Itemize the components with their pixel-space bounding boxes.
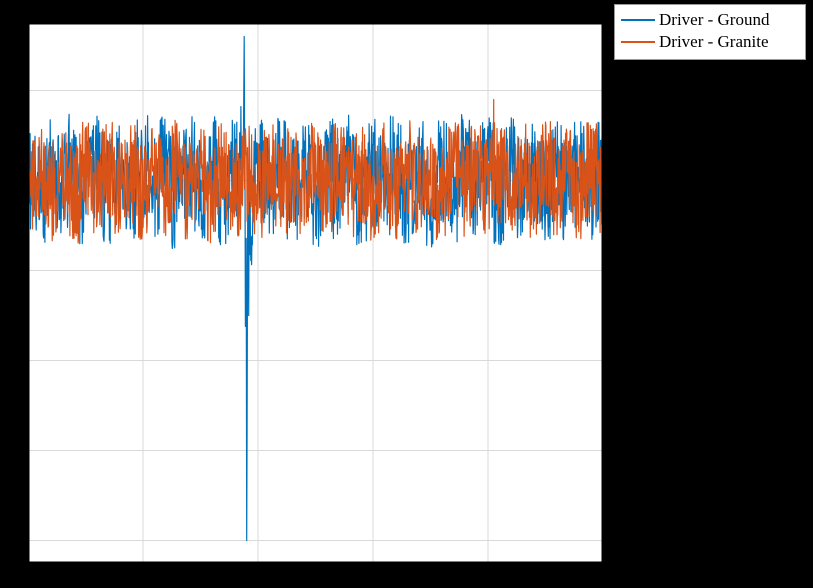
legend-item-granite: Driver - Granite — [621, 31, 799, 53]
legend-label: Driver - Ground — [659, 10, 769, 30]
series-ground — [28, 37, 603, 541]
chart-svg — [28, 23, 603, 563]
legend-item-ground: Driver - Ground — [621, 9, 799, 31]
legend: Driver - Ground Driver - Granite — [614, 4, 806, 60]
chart-axes — [28, 23, 603, 563]
chart-series — [28, 37, 603, 541]
chart-grid — [28, 23, 603, 563]
legend-swatch-icon — [621, 41, 655, 43]
legend-swatch-icon — [621, 19, 655, 21]
legend-label: Driver - Granite — [659, 32, 769, 52]
axes-border — [29, 24, 603, 563]
